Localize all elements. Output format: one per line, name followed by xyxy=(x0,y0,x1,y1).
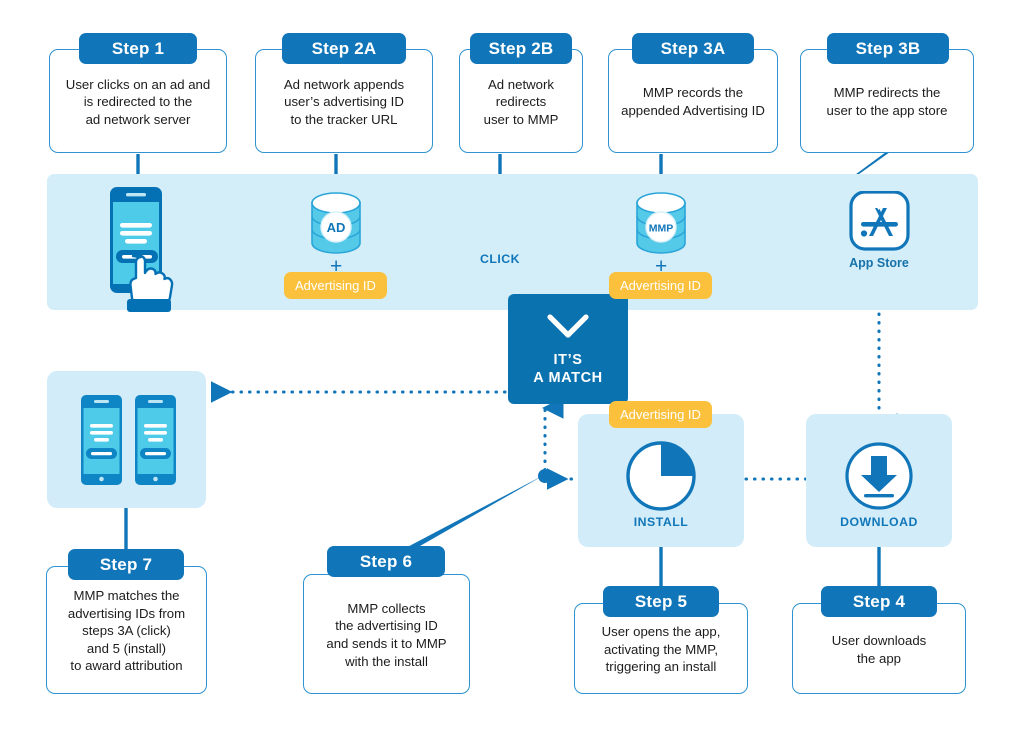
step-card-step1[interactable]: User clicks on an ad and is redirected t… xyxy=(49,49,227,153)
step-body-step7: MMP matches the advertising IDs from ste… xyxy=(67,588,186,674)
its-a-match-box: IT’S A MATCH xyxy=(508,294,628,404)
database-icon-ad: AD xyxy=(308,192,364,254)
click-flow-band xyxy=(47,174,978,310)
step-body-step2b: Ad network redirects user to MMP xyxy=(483,76,559,127)
advertising-id-pill-ad: Advertising ID xyxy=(284,272,387,299)
step-badge-step4: Step 4 xyxy=(821,586,937,617)
step-body-step2a: Ad network appends user’s advertising ID… xyxy=(283,76,405,127)
step-badge-step3a: Step 3A xyxy=(632,33,754,64)
checkmark-icon xyxy=(547,314,589,338)
step-badge-step2b: Step 2B xyxy=(470,33,572,64)
step-body-step3b: MMP redirects the user to the app store xyxy=(826,85,948,118)
diagram-canvas: AD MMP IT’S A MATCH Advertising ID Adver… xyxy=(0,0,1024,731)
click-label: CLICK xyxy=(479,252,521,266)
step-card-step7[interactable]: MMP matches the advertising IDs from ste… xyxy=(46,566,207,694)
step-badge-step3b: Step 3B xyxy=(827,33,949,64)
lower-step-stems xyxy=(124,508,881,587)
advertising-id-pill-mmp: Advertising ID xyxy=(609,272,712,299)
step-badge-step7: Step 7 xyxy=(68,549,184,580)
step-card-step2a[interactable]: Ad network appends user’s advertising ID… xyxy=(255,49,433,153)
app-store-label: App Store xyxy=(849,256,909,270)
step-card-step3b[interactable]: MMP redirects the user to the app store xyxy=(800,49,974,153)
two-phones-icon xyxy=(80,394,176,486)
step-badge-step2a: Step 2A xyxy=(282,33,406,64)
step-badge-step1: Step 1 xyxy=(79,33,197,64)
advertising-id-pill-install: Advertising ID xyxy=(609,401,712,428)
step-card-step2b[interactable]: Ad network redirects user to MMP xyxy=(459,49,583,153)
app-store-icon xyxy=(845,190,913,255)
step-badge-step6: Step 6 xyxy=(327,546,445,577)
phone-tap-icon xyxy=(100,186,184,312)
step-card-step6[interactable]: MMP collects the advertising ID and send… xyxy=(303,574,470,694)
install-label: INSTALL xyxy=(633,515,689,529)
step-badge-step5: Step 5 xyxy=(603,586,719,617)
its-a-match-label: IT’S A MATCH xyxy=(533,352,603,386)
pie-chart-icon xyxy=(625,440,697,512)
download-arrow-icon xyxy=(843,440,915,512)
step-body-step4: User downloads the app xyxy=(831,632,927,666)
step-body-step1: User clicks on an ad and is redirected t… xyxy=(65,76,211,127)
step-body-step5: User opens the app, activating the MMP, … xyxy=(601,624,721,675)
database-label-mmp: MMP xyxy=(649,223,674,235)
database-icon-mmp: MMP xyxy=(633,192,689,254)
download-label: DOWNLOAD xyxy=(840,515,918,529)
step-card-step3a[interactable]: MMP records the appended Advertising ID xyxy=(608,49,778,153)
step-body-step6: MMP collects the advertising ID and send… xyxy=(326,600,447,669)
step-body-step3a: MMP records the appended Advertising ID xyxy=(621,85,765,118)
database-label-ad: AD xyxy=(327,220,346,235)
